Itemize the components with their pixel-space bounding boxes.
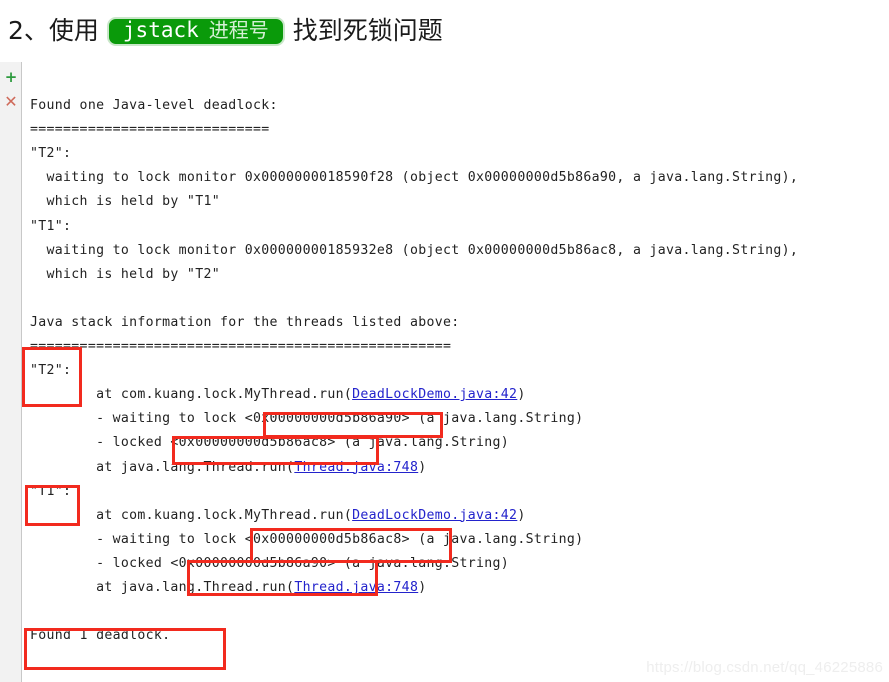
page-title: 2、使用 jstack 进程号 找到死锁问题 <box>8 8 443 54</box>
jstack-command-arg: 进程号 <box>208 18 269 42</box>
console-line-text: ) <box>517 387 526 403</box>
close-icon[interactable]: ✕ <box>4 94 18 110</box>
source-location-link[interactable]: Thread.java:748 <box>294 460 418 475</box>
console-line: Found 1 deadlock. <box>30 628 171 644</box>
console-line: "T2": <box>30 363 72 379</box>
console-line-text: at java.lang.Thread.run( <box>30 580 295 595</box>
jstack-command-name: jstack <box>122 18 199 42</box>
console-line: waiting to lock monitor 0x00000000185932… <box>30 242 799 258</box>
console-line: - locked <0x00000000d5b86ac8> (a java.la… <box>30 435 510 451</box>
console-line-text: at com.kuang.lock.MyThread.run( <box>30 387 353 403</box>
console-line-text: at java.lang.Thread.run( <box>30 459 295 475</box>
console-line: ============================= <box>30 122 270 138</box>
jstack-command-badge: jstack 进程号 <box>106 16 285 46</box>
console-line: ========================================… <box>30 339 452 354</box>
console-line: "T2": <box>30 146 72 162</box>
console-line: at java.lang.Thread.run(Thread.java:748) <box>30 580 426 596</box>
console-line: - locked <0x00000000d5b86a90> (a java.la… <box>30 555 510 571</box>
page-title-prefix: 2、使用 <box>8 16 99 45</box>
console-line-text: ) <box>418 459 427 475</box>
source-location-link[interactable]: DeadLockDemo.java:42 <box>352 387 517 402</box>
plus-icon[interactable]: + <box>4 70 18 85</box>
console-line: - waiting to lock <0x00000000d5b86ac8> (… <box>30 531 584 547</box>
source-location-link[interactable]: Thread.java:748 <box>294 580 418 595</box>
source-location-link[interactable]: DeadLockDemo.java:42 <box>352 508 517 523</box>
console-line: "T1": <box>30 218 72 234</box>
watermark: https://blog.csdn.net/qq_46225886 <box>646 659 883 676</box>
console-line-text: ) <box>418 580 427 595</box>
console-line: at java.lang.Thread.run(Thread.java:748) <box>30 460 426 476</box>
console-line: waiting to lock monitor 0x0000000018590f… <box>30 170 799 186</box>
console-line: "T1": <box>30 483 72 499</box>
console-line: at com.kuang.lock.MyThread.run(DeadLockD… <box>30 387 526 403</box>
console-line-text: at com.kuang.lock.MyThread.run( <box>30 507 353 523</box>
console-line: which is held by "T2" <box>30 266 220 282</box>
console-line-text: ) <box>517 507 526 523</box>
page-title-suffix: 找到死锁问题 <box>292 16 443 45</box>
console-output-panel: + ✕ Found one Java-level deadlock: ======… <box>0 62 889 682</box>
console-text-area[interactable]: Found one Java-level deadlock: ==========… <box>30 62 889 682</box>
console-line: - waiting to lock <0x00000000d5b86a90> (… <box>30 411 584 427</box>
console-line: at com.kuang.lock.MyThread.run(DeadLockD… <box>30 508 526 524</box>
console-gutter: + ✕ <box>0 62 22 682</box>
console-line: which is held by "T1" <box>30 194 220 210</box>
console-line: Found one Java-level deadlock: <box>30 98 278 113</box>
console-line: Java stack information for the threads l… <box>30 314 460 330</box>
